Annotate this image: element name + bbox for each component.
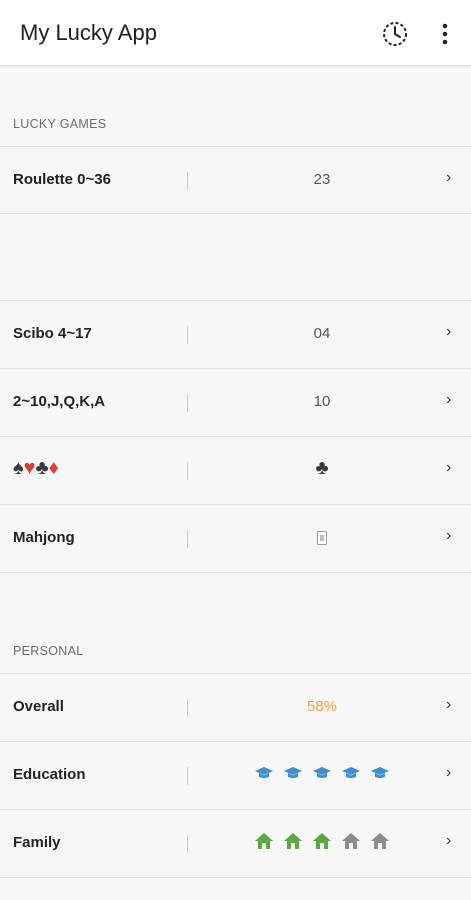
- row-label: Mahjong: [13, 529, 75, 546]
- mahjong-tile-icon: [188, 531, 456, 549]
- diamond-icon: ♦: [48, 457, 59, 479]
- graduation-cap-icon: [342, 767, 360, 778]
- chevron-right-icon: ›: [446, 169, 452, 186]
- house-icon: [255, 833, 273, 849]
- house-icon: [342, 833, 360, 849]
- graduation-cap-icon: [284, 767, 302, 778]
- chevron-right-icon: ›: [446, 832, 452, 849]
- row-label: Family: [13, 834, 61, 851]
- row-family[interactable]: Family ›: [0, 809, 471, 877]
- family-rating: [188, 831, 456, 851]
- chevron-right-icon: ›: [446, 696, 452, 713]
- roulette-value: 23: [313, 171, 331, 188]
- row-roulette[interactable]: Roulette 0~36 23 ›: [0, 146, 471, 214]
- chevron-right-icon: ›: [446, 527, 452, 544]
- row-label: 2~10,J,Q,K,A: [13, 393, 106, 410]
- education-rating: [188, 766, 456, 780]
- house-icon: [313, 833, 331, 849]
- divider-line: [0, 877, 471, 878]
- row-suits[interactable]: ♠♥♣♦ ♣ ›: [0, 436, 471, 504]
- history-icon[interactable]: [382, 21, 408, 47]
- row-label: Roulette 0~36: [13, 171, 111, 188]
- spade-icon: ♠: [13, 457, 24, 479]
- app-title: My Lucky App: [20, 20, 157, 45]
- row-label: Overall: [13, 698, 64, 715]
- chevron-right-icon: ›: [446, 764, 452, 781]
- row-label: Education: [13, 766, 86, 783]
- house-icon: [284, 833, 302, 849]
- row-cards[interactable]: 2~10,J,Q,K,A 10 ›: [0, 368, 471, 436]
- cards-value: 10: [313, 393, 331, 410]
- suits-label: ♠♥♣♦: [13, 457, 59, 480]
- graduation-cap-icon: [313, 767, 331, 778]
- overall-value: 58%: [306, 698, 338, 715]
- scibo-value: 04: [313, 325, 331, 342]
- row-scibo[interactable]: Scibo 4~17 04 ›: [0, 300, 471, 368]
- house-icon: [371, 833, 389, 849]
- club-icon: ♣: [35, 457, 49, 479]
- section-header-lucky-games: LUCKY GAMES: [13, 117, 107, 131]
- graduation-cap-icon: [371, 767, 389, 778]
- more-options-icon[interactable]: [436, 21, 454, 47]
- club-icon: ♣: [315, 457, 329, 479]
- row-mahjong[interactable]: Mahjong ›: [0, 504, 471, 572]
- divider-line: [0, 572, 471, 573]
- chevron-right-icon: ›: [446, 459, 452, 476]
- row-education[interactable]: Education ›: [0, 741, 471, 809]
- section-header-personal: PERSONAL: [13, 644, 84, 658]
- divider-line: [0, 213, 471, 214]
- app-bar: My Lucky App: [0, 0, 471, 66]
- heart-icon: ♥: [23, 457, 36, 479]
- chevron-right-icon: ›: [446, 391, 452, 408]
- row-label: Scibo 4~17: [13, 325, 92, 342]
- chevron-right-icon: ›: [446, 323, 452, 340]
- row-overall[interactable]: Overall 58% ›: [0, 673, 471, 741]
- graduation-cap-icon: [255, 767, 273, 778]
